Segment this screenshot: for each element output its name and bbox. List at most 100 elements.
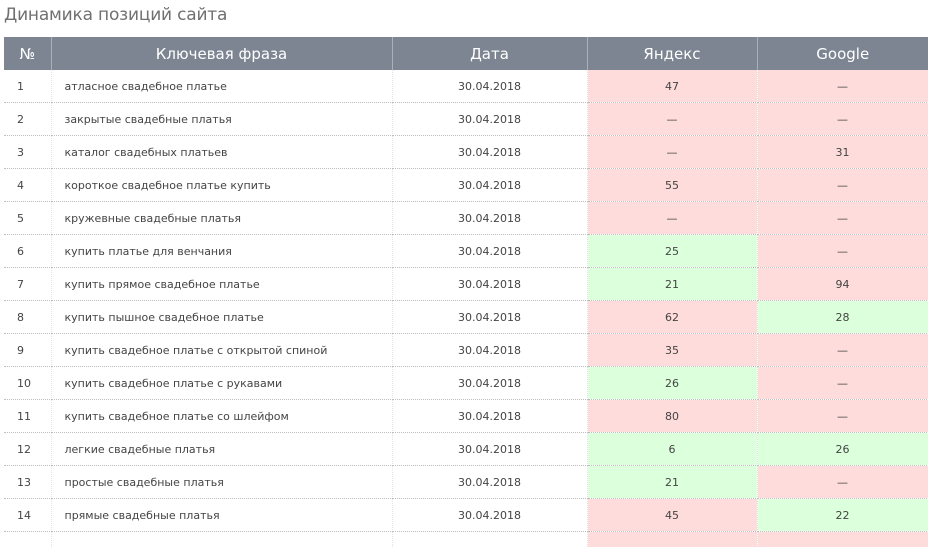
row-number: 8 (4, 300, 52, 334)
column-header-yandex[interactable]: Яндекс (587, 37, 758, 70)
yandex-position: 21 (587, 465, 758, 499)
row-cell-phrase (51, 531, 393, 547)
yandex-position: 55 (587, 168, 758, 202)
google-position: — (757, 70, 928, 103)
table-row-partial (4, 531, 928, 547)
table-row: 2 закрытые свадебные платья 30.04.2018— — (4, 102, 928, 136)
row-date: 30.04.2018 (392, 399, 588, 433)
table-row: 10 купить свадебное платье с рукавами 30.0… (4, 366, 928, 400)
google-position: 26 (757, 432, 928, 466)
row-date: 30.04.2018 (392, 234, 588, 268)
google-position: — (757, 102, 928, 136)
row-number: 11 (4, 399, 52, 433)
google-position (757, 531, 928, 547)
table-header: № Ключевая фраза Дата Яндекс Google (4, 37, 928, 70)
google-position: — (757, 399, 928, 433)
column-header-google[interactable]: Google (757, 37, 928, 70)
row-number: 9 (4, 333, 52, 367)
row-date: 30.04.2018 (392, 432, 588, 466)
column-header-phrase[interactable]: Ключевая фраза (51, 37, 393, 70)
table-row: 12 легкие свадебные платья 30.04.2018 6 26 (4, 432, 928, 466)
yandex-position: 45 (587, 498, 758, 532)
positions-table-container[interactable]: № Ключевая фраза Дата Яндекс Google 1 атл… (4, 37, 928, 547)
row-number: 12 (4, 432, 52, 466)
yandex-position: 35 (587, 333, 758, 367)
row-date: 30.04.2018 (392, 70, 588, 103)
keyword-phrase: кружевные свадебные платья (51, 201, 393, 235)
row-cell-date (392, 531, 588, 547)
yandex-position: 21 (587, 267, 758, 301)
keyword-phrase: каталог свадебных платьев (51, 135, 393, 169)
google-position: — (757, 234, 928, 268)
row-number: 1 (4, 70, 52, 103)
yandex-position: 25 (587, 234, 758, 268)
google-position: — (757, 366, 928, 400)
keyword-phrase: простые свадебные платья (51, 465, 393, 499)
yandex-position: 80 (587, 399, 758, 433)
row-number: 4 (4, 168, 52, 202)
keyword-phrase: купить свадебное платье с рукавами (51, 366, 393, 400)
column-header-date[interactable]: Дата (392, 37, 588, 70)
keyword-phrase: атласное свадебное платье (51, 70, 393, 103)
row-date: 30.04.2018 (392, 300, 588, 334)
page-title: Динамика позиций сайта (4, 5, 228, 25)
row-date: 30.04.2018 (392, 168, 588, 202)
yandex-position: 26 (587, 366, 758, 400)
google-position: — (757, 201, 928, 235)
keyword-phrase: купить прямое свадебное платье (51, 267, 393, 301)
yandex-position: 62 (587, 300, 758, 334)
keyword-phrase: купить платье для венчания (51, 234, 393, 268)
row-number: 7 (4, 267, 52, 301)
row-number: 13 (4, 465, 52, 499)
table-row: 1 атласное свадебное платье 30.04.2018 47— (4, 70, 928, 103)
row-date: 30.04.2018 (392, 102, 588, 136)
yandex-position: — (587, 201, 758, 235)
row-date: 30.04.2018 (392, 135, 588, 169)
table-row: 11 купить свадебное платье со шлейфом 30.0… (4, 399, 928, 433)
table-row: 4 короткое свадебное платье купить 30.04.2… (4, 168, 928, 202)
keyword-phrase: купить пышное свадебное платье (51, 300, 393, 334)
table-row: 8 купить пышное свадебное платье 30.04.201… (4, 300, 928, 334)
google-position: — (757, 168, 928, 202)
yandex-position (587, 531, 758, 547)
google-position: 94 (757, 267, 928, 301)
google-position: — (757, 465, 928, 499)
row-cell-num (4, 531, 52, 547)
keyword-phrase: короткое свадебное платье купить (51, 168, 393, 202)
row-number: 2 (4, 102, 52, 136)
row-number: 6 (4, 234, 52, 268)
keyword-phrase: купить свадебное платье с открытой спино… (51, 333, 393, 367)
table-row: 3 каталог свадебных платьев 30.04.2018—31 (4, 135, 928, 169)
row-date: 30.04.2018 (392, 465, 588, 499)
row-date: 30.04.2018 (392, 498, 588, 532)
row-number: 5 (4, 201, 52, 235)
keyword-phrase: купить свадебное платье со шлейфом (51, 399, 393, 433)
row-number: 10 (4, 366, 52, 400)
row-date: 30.04.2018 (392, 366, 588, 400)
table-row: 13 простые свадебные платья 30.04.2018 21— (4, 465, 928, 499)
keyword-phrase: закрытые свадебные платья (51, 102, 393, 136)
yandex-position: — (587, 102, 758, 136)
yandex-position: — (587, 135, 758, 169)
keyword-phrase: легкие свадебные платья (51, 432, 393, 466)
row-date: 30.04.2018 (392, 333, 588, 367)
table-row: 7 купить прямое свадебное платье 30.04.201… (4, 267, 928, 301)
yandex-position: 47 (587, 70, 758, 103)
table-body: 1 атласное свадебное платье 30.04.2018 47—2… (4, 70, 928, 547)
google-position: 31 (757, 135, 928, 169)
keyword-phrase: прямые свадебные платья (51, 498, 393, 532)
table-row: 5 кружевные свадебные платья 30.04.2018— — (4, 201, 928, 235)
google-position: 22 (757, 498, 928, 532)
google-position: 28 (757, 300, 928, 334)
table-row: 14 прямые свадебные платья 30.04.2018 45 22 (4, 498, 928, 532)
row-number: 14 (4, 498, 52, 532)
google-position: — (757, 333, 928, 367)
column-header-num[interactable]: № (4, 37, 52, 70)
row-number: 3 (4, 135, 52, 169)
yandex-position: 6 (587, 432, 758, 466)
table-row: 9 купить свадебное платье с открытой спин… (4, 333, 928, 367)
table-row: 6 купить платье для венчания 30.04.2018 25— (4, 234, 928, 268)
row-date: 30.04.2018 (392, 201, 588, 235)
row-date: 30.04.2018 (392, 267, 588, 301)
positions-table: № Ключевая фраза Дата Яндекс Google 1 атл… (4, 37, 928, 547)
